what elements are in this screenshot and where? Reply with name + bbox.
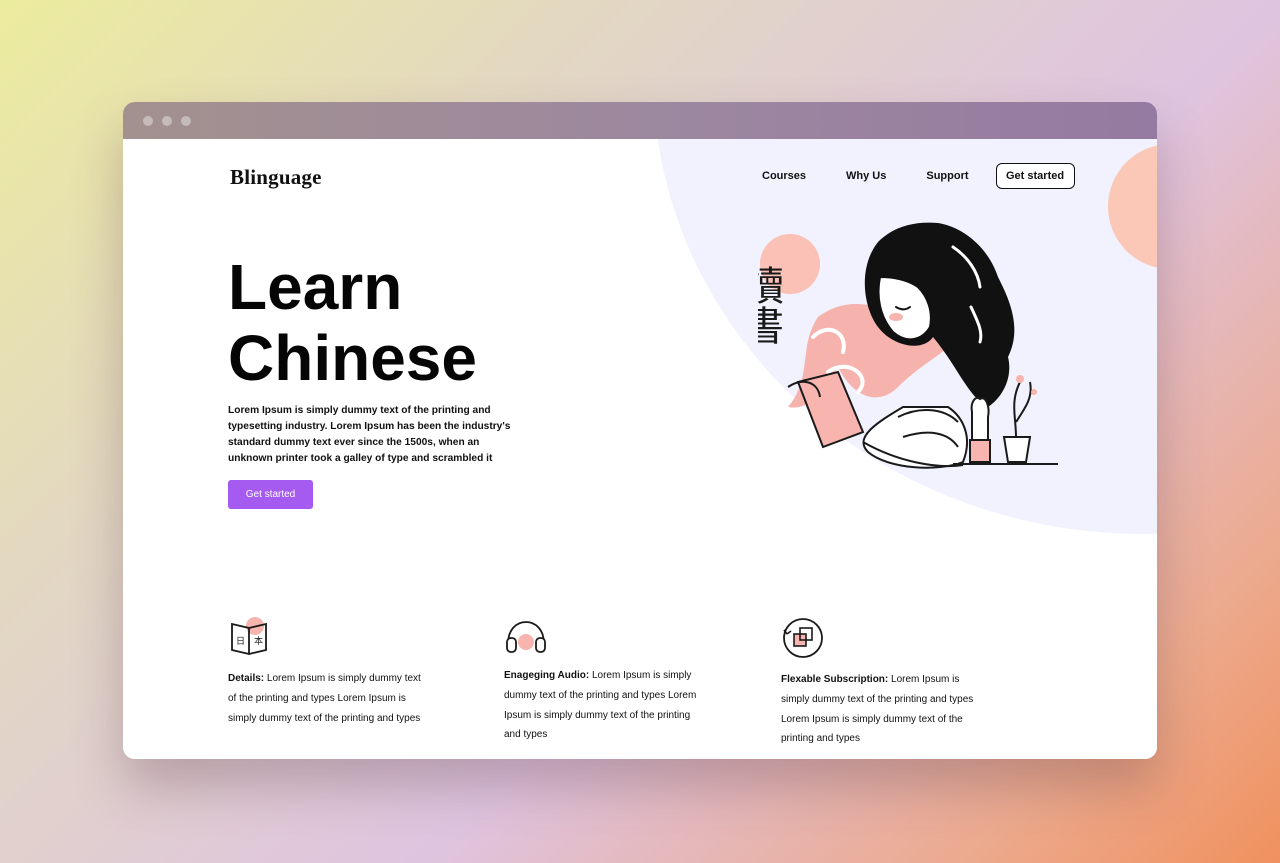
hero-title-line1: Learn <box>228 251 403 323</box>
hero-get-started-button[interactable]: Get started <box>228 480 313 509</box>
window-close-dot[interactable] <box>143 115 153 126</box>
nav-why-us[interactable]: Why Us <box>846 170 886 182</box>
page-viewport: Blinguage Courses Why Us Support Get sta… <box>123 139 1157 759</box>
illustration-chinese-text: 讀書 <box>758 265 783 345</box>
feature-audio-title: Enageging Audio: <box>504 670 590 681</box>
window-maximize-dot[interactable] <box>181 115 191 126</box>
window-minimize-dot[interactable] <box>162 115 172 126</box>
feature-details-text: Details: Lorem Ipsum is simply dummy tex… <box>228 669 423 728</box>
feature-audio-text: Enageging Audio: Lorem Ipsum is simply d… <box>504 666 699 745</box>
nav-support[interactable]: Support <box>926 170 968 182</box>
browser-window: Blinguage Courses Why Us Support Get sta… <box>123 102 1157 759</box>
headphones-icon <box>506 621 546 653</box>
feature-subscription-text: Flexable Subscription: Lorem Ipsum is si… <box>781 670 976 749</box>
reading-woman-illustration: 讀書 <box>758 222 1058 469</box>
brand-logo[interactable]: Blinguage <box>230 165 322 190</box>
nav-courses[interactable]: Courses <box>762 170 806 182</box>
nav-get-started-button[interactable]: Get started <box>995 163 1075 189</box>
book-icon: 日 本 <box>231 617 267 656</box>
hero-description: Lorem Ipsum is simply dummy text of the … <box>228 405 511 464</box>
hero-title-line2: Chinese <box>228 322 477 394</box>
svg-text:日: 日 <box>236 636 245 646</box>
subscription-icon <box>783 618 823 658</box>
window-titlebar <box>123 102 1157 139</box>
svg-text:本: 本 <box>254 635 263 646</box>
feature-subscription-title: Flexable Subscription: <box>781 674 889 685</box>
top-nav: Courses Why Us Support Get started <box>762 163 1075 189</box>
hero-title: Learn Chinese <box>228 252 648 394</box>
feature-details-title: Details: <box>228 673 265 684</box>
